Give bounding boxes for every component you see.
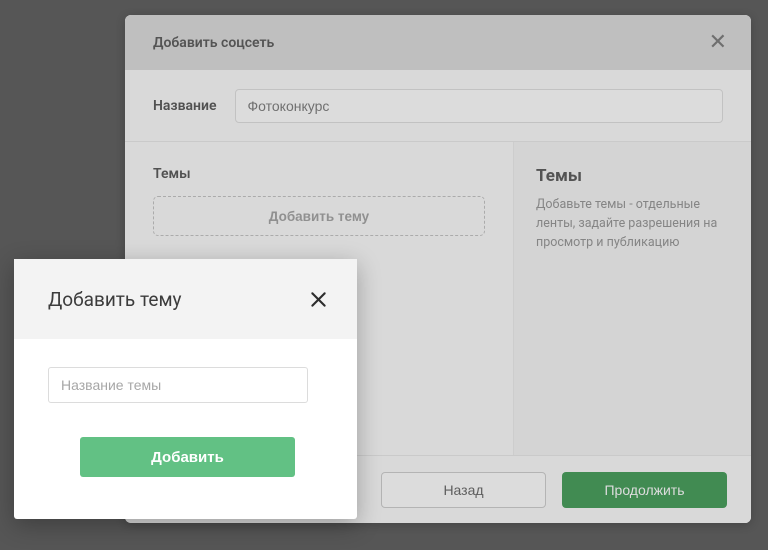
name-field-row: Название <box>125 70 751 142</box>
modal-header: Добавить соцсеть ✕ <box>125 15 751 70</box>
popup-header: Добавить тему <box>14 259 357 339</box>
popup-title: Добавить тему <box>48 288 182 311</box>
add-button[interactable]: Добавить <box>80 437 295 477</box>
continue-button[interactable]: Продолжить <box>562 472 727 508</box>
add-topic-popup: Добавить тему Добавить <box>14 259 357 519</box>
modal-title: Добавить соцсеть <box>153 35 274 51</box>
topics-title: Темы <box>153 166 485 182</box>
help-title: Темы <box>536 166 729 186</box>
close-icon[interactable]: ✕ <box>709 32 727 54</box>
name-label: Название <box>153 98 217 114</box>
help-text: Добавьте темы - отдельные ленты, задайте… <box>536 196 729 252</box>
add-topic-button[interactable]: Добавить тему <box>153 196 485 236</box>
close-icon[interactable] <box>308 289 329 310</box>
help-panel: Темы Добавьте темы - отдельные ленты, за… <box>514 142 751 455</box>
topic-name-input[interactable] <box>48 367 308 403</box>
popup-footer: Добавить <box>14 403 357 477</box>
popup-body <box>14 339 357 403</box>
back-button[interactable]: Назад <box>381 472 546 508</box>
name-input[interactable] <box>235 89 723 123</box>
